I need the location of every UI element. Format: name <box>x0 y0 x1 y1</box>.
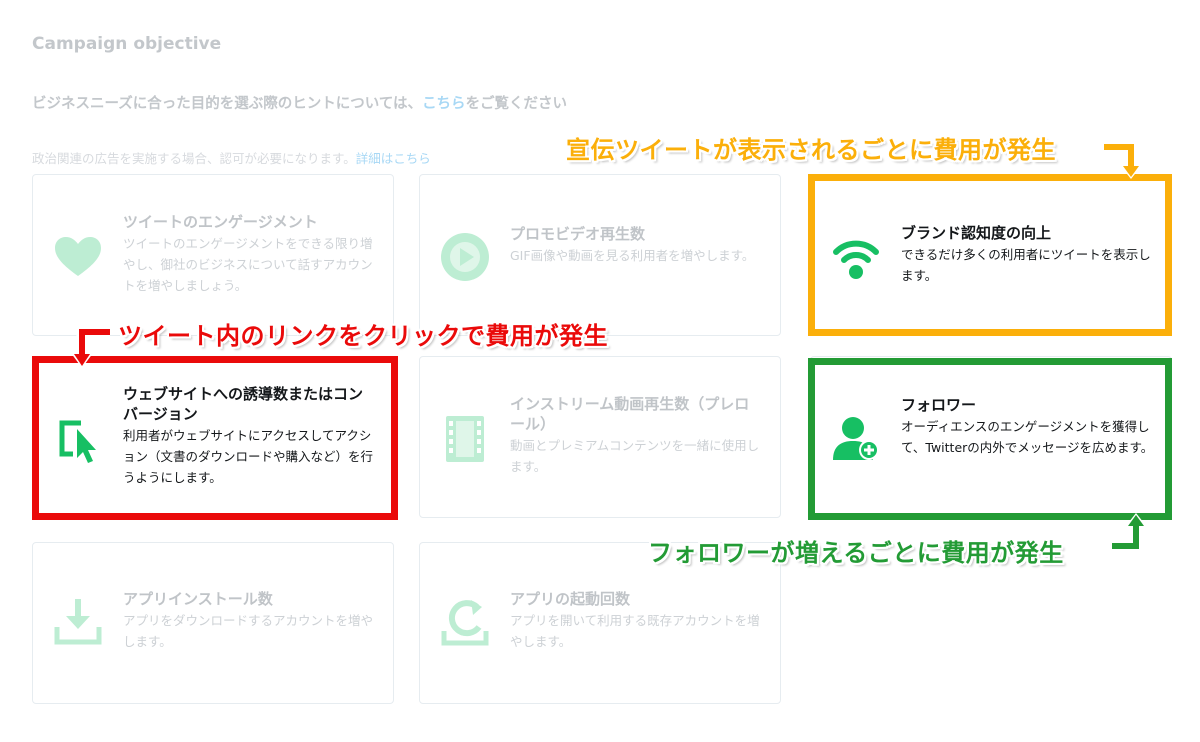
card-description: GIF画像や動画を見る利用者を増やします。 <box>510 248 755 263</box>
hint-suffix: をご覧ください <box>465 96 568 112</box>
hint-link[interactable]: こちら <box>422 96 466 112</box>
political-notice: 政治関連の広告を実施する場合、認可が必要になります。詳細はこちら <box>32 148 431 167</box>
download-icon <box>51 595 105 649</box>
card-title: プロモビデオ再生数 <box>510 225 646 243</box>
callout-link-click-cost: ツイート内のリンクをクリックで費用が発生 <box>118 322 608 350</box>
card-description: 利用者がウェブサイトにアクセスしてアクション（文書のダウンロードや購入など）を行… <box>123 428 374 485</box>
objective-card-in-stream-video[interactable]: インストリーム動画再生数（プレロール） 動画とプレミアムコンテンツを一緒に使用し… <box>419 356 781 518</box>
card-title: アプリの起動回数 <box>510 590 631 608</box>
add-follower-icon <box>829 412 883 466</box>
card-description: オーディエンスのエンゲージメントを獲得して、Twitterの内外でメッセージを広… <box>901 419 1154 455</box>
card-title: インストリーム動画再生数（プレロール） <box>510 395 750 433</box>
callout-impressions-cost: 宣伝ツイートが表示されるごとに費用が発生 <box>566 136 1056 164</box>
page-title: Campaign objective <box>32 34 222 54</box>
card-title: フォロワー <box>901 396 977 414</box>
cursor-click-icon <box>51 412 105 466</box>
heart-icon <box>51 230 105 284</box>
callout-follower-cost: フォロワーが増えるごとに費用が発生 <box>648 539 1064 567</box>
card-title: ツイートのエンゲージメント <box>123 213 318 231</box>
card-description: できるだけ多くの利用者にツイートを表示します。 <box>901 247 1151 283</box>
objective-hint: ビジネスニーズに合った目的を選ぶ際のヒントについては、こちらをご覧ください <box>32 92 567 113</box>
objective-card-followers[interactable]: フォロワー オーディエンスのエンゲージメントを獲得して、Twitterの内外でメ… <box>810 356 1172 518</box>
card-description: アプリを開いて利用する既存アカウントを増やします。 <box>510 613 760 649</box>
hint-prefix: ビジネスニーズに合った目的を選ぶ際のヒントについては、 <box>32 96 423 112</box>
political-text: 政治関連の広告を実施する場合、認可が必要になります。 <box>32 151 356 166</box>
reopen-icon <box>438 595 492 649</box>
objective-card-promoted-video[interactable]: プロモビデオ再生数 GIF画像や動画を見る利用者を増やします。 <box>419 174 781 336</box>
card-title: ブランド認知度の向上 <box>901 224 1052 242</box>
film-icon <box>438 412 492 466</box>
objective-card-website-conversions[interactable]: ウェブサイトへの誘導数またはコンバージョン 利用者がウェブサイトにアクセスしてア… <box>32 356 394 518</box>
card-description: 動画とプレミアムコンテンツを一緒に使用します。 <box>510 438 760 474</box>
political-details-link[interactable]: 詳細はこちら <box>356 151 431 166</box>
card-title: アプリインストール数 <box>123 590 273 608</box>
card-description: ツイートのエンゲージメントをできる限り増やし、御社のビジネスについて話すアカウン… <box>123 236 373 293</box>
broadcast-icon <box>829 230 883 284</box>
card-title: ウェブサイトへの誘導数またはコンバージョン <box>123 385 364 423</box>
orange-arrow-icon <box>1104 141 1142 179</box>
green-arrow-icon <box>1112 513 1147 552</box>
card-description: アプリをダウンロードするアカウントを増やします。 <box>123 613 374 649</box>
objective-card-app-installs[interactable]: アプリインストール数 アプリをダウンロードするアカウントを増やします。 <box>32 542 394 704</box>
objective-card-brand-awareness[interactable]: ブランド認知度の向上 できるだけ多くの利用者にツイートを表示します。 <box>810 174 1172 336</box>
play-circle-icon <box>438 230 492 284</box>
objective-card-tweet-engagement[interactable]: ツイートのエンゲージメント ツイートのエンゲージメントをできる限り増やし、御社の… <box>32 174 394 336</box>
red-arrow-icon <box>71 326 110 368</box>
